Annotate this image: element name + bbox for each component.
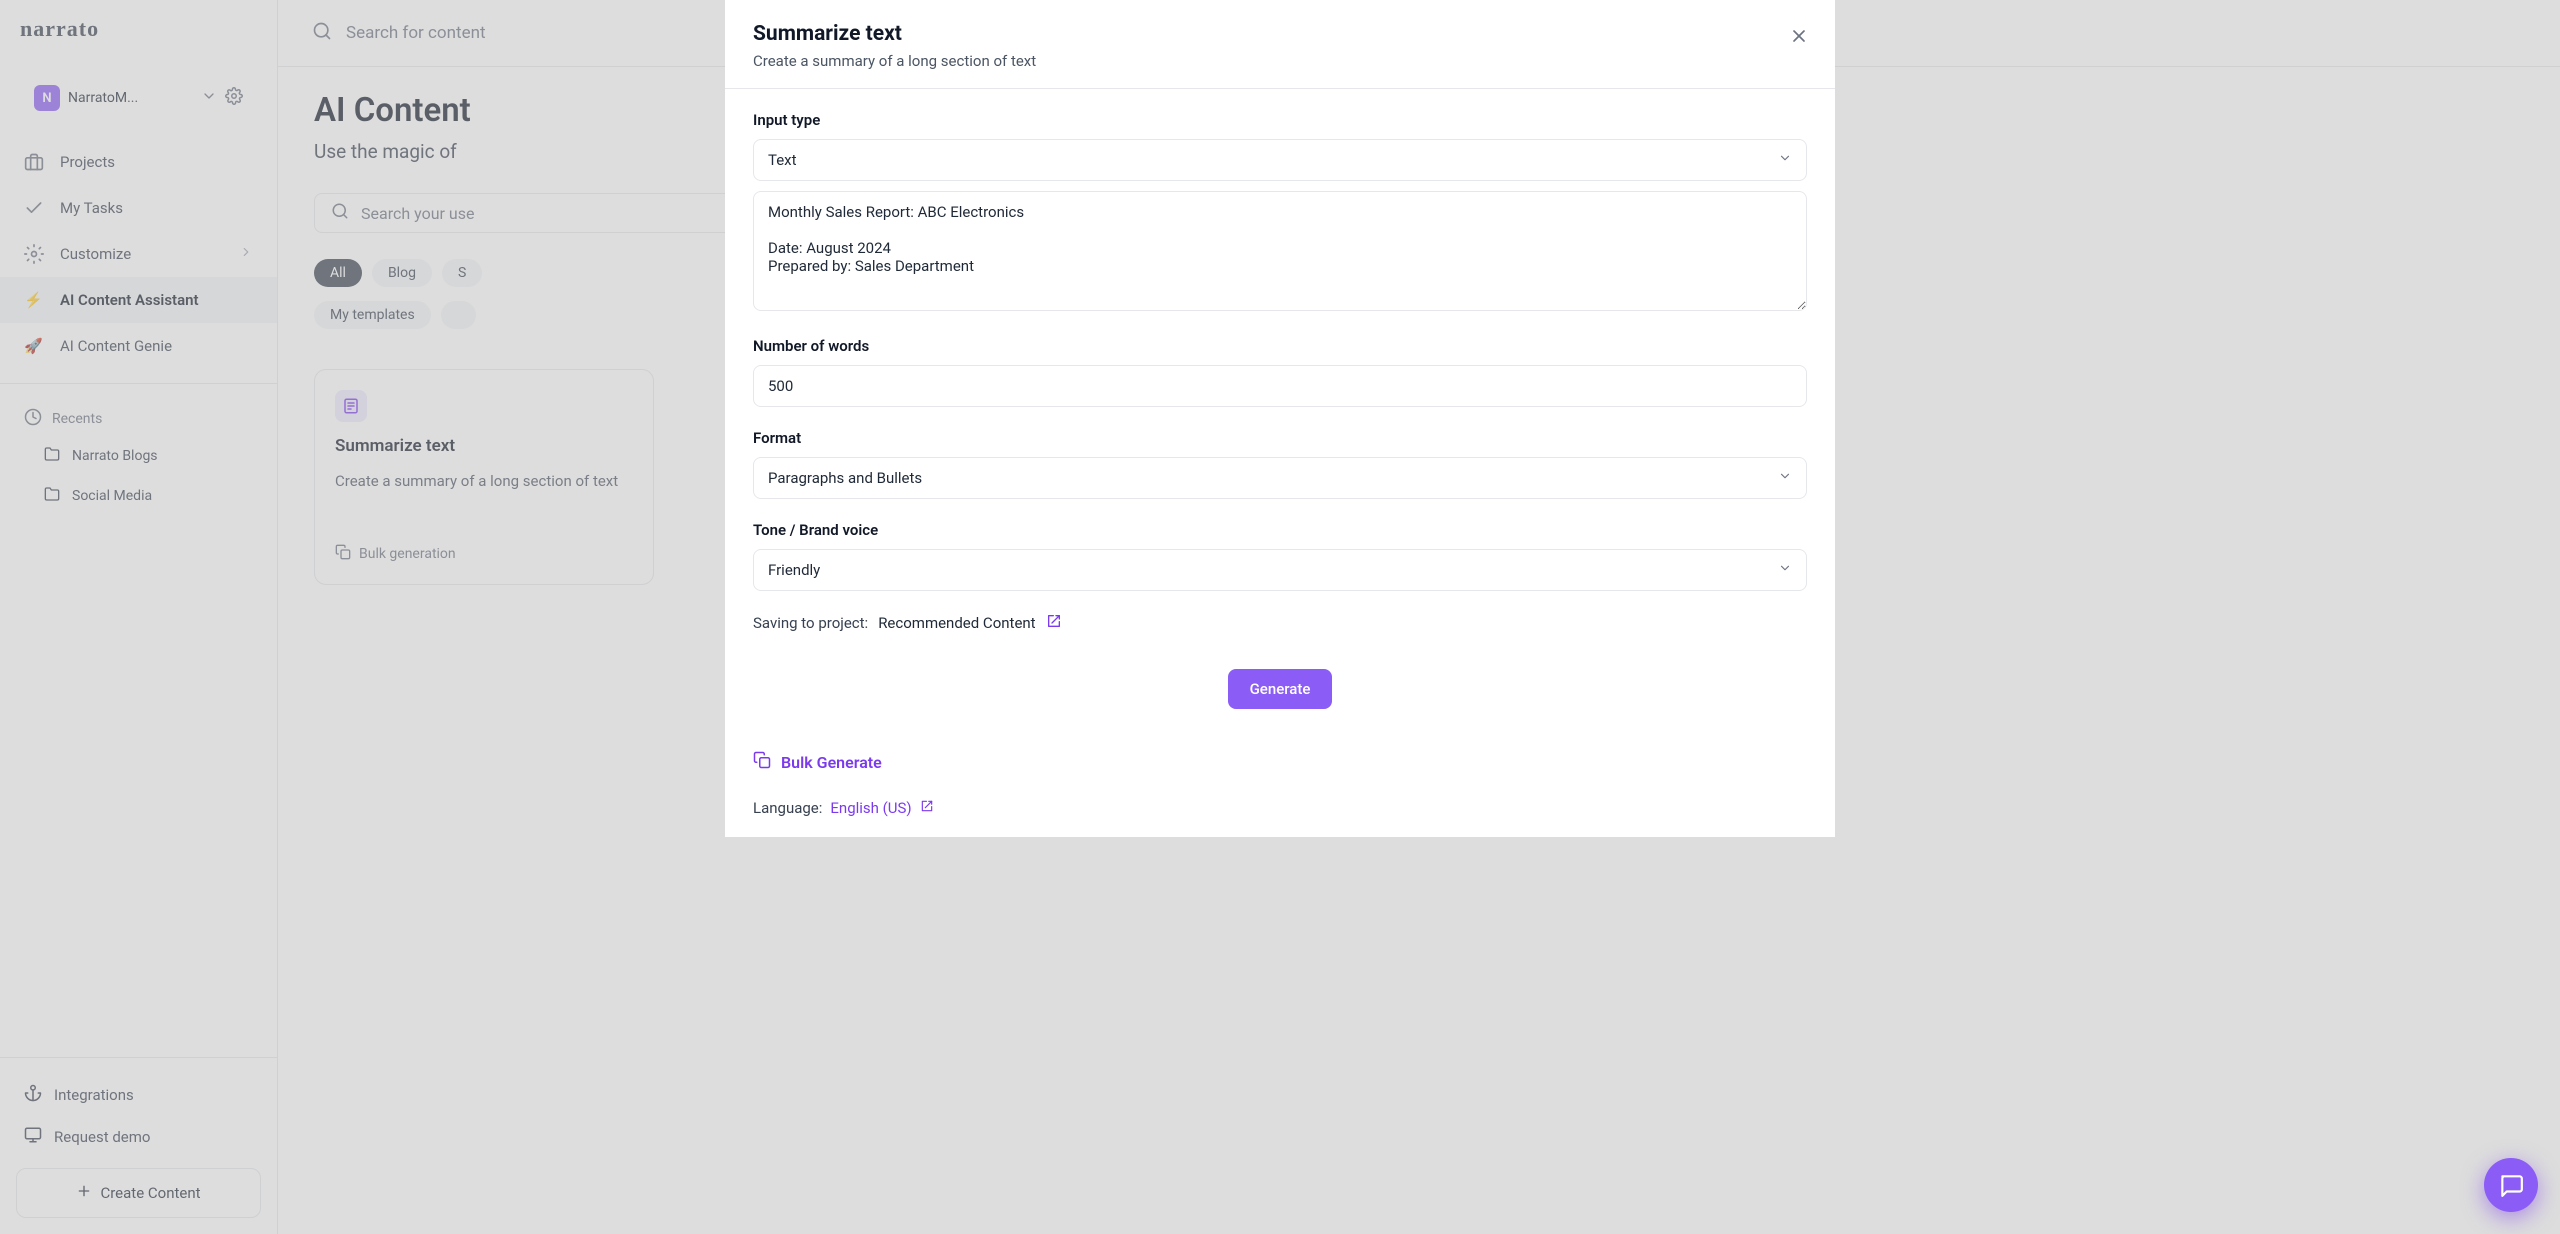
modal-body: Input type Text Number of words 500 Form…	[725, 89, 1835, 837]
input-type-label: Input type	[753, 111, 1807, 129]
external-link-icon[interactable]	[1046, 613, 1062, 633]
tone-value: Friendly	[768, 561, 820, 579]
bulk-generate-label: Bulk Generate	[781, 753, 882, 772]
chat-icon	[2498, 1172, 2524, 1198]
format-value: Paragraphs and Bullets	[768, 469, 922, 487]
words-value: 500	[768, 377, 793, 395]
language-value[interactable]: English (US)	[830, 799, 911, 817]
chevron-down-icon	[1778, 469, 1792, 487]
field-number-of-words: Number of words 500	[753, 337, 1807, 407]
words-label: Number of words	[753, 337, 1807, 355]
field-format: Format Paragraphs and Bullets	[753, 429, 1807, 499]
generate-button[interactable]: Generate	[1228, 669, 1333, 709]
field-input-type: Input type Text	[753, 111, 1807, 315]
saving-project-row: Saving to project: Recommended Content	[753, 613, 1807, 633]
saving-prefix: Saving to project:	[753, 614, 868, 632]
summarize-modal: Summarize text Create a summary of a lon…	[725, 0, 1835, 837]
modal-subtitle: Create a summary of a long section of te…	[753, 52, 1807, 70]
modal-header: Summarize text Create a summary of a lon…	[725, 0, 1835, 89]
input-type-value: Text	[768, 151, 797, 169]
language-row: Language: English (US)	[753, 799, 1807, 817]
source-text-textarea[interactable]	[753, 191, 1807, 311]
field-tone: Tone / Brand voice Friendly	[753, 521, 1807, 591]
tone-select[interactable]: Friendly	[753, 549, 1807, 591]
format-select[interactable]: Paragraphs and Bullets	[753, 457, 1807, 499]
input-type-select[interactable]: Text	[753, 139, 1807, 181]
modal-title: Summarize text	[753, 22, 1807, 46]
modal-overlay: Summarize text Create a summary of a lon…	[0, 0, 2560, 1234]
saving-project-name: Recommended Content	[878, 614, 1035, 632]
copy-icon	[753, 751, 771, 773]
external-link-icon[interactable]	[920, 799, 934, 817]
language-prefix: Language:	[753, 799, 822, 817]
chevron-down-icon	[1778, 151, 1792, 169]
close-button[interactable]	[1785, 22, 1813, 50]
chat-bubble-button[interactable]	[2484, 1158, 2538, 1212]
tone-label: Tone / Brand voice	[753, 521, 1807, 539]
generate-row: Generate	[753, 669, 1807, 709]
format-label: Format	[753, 429, 1807, 447]
words-input[interactable]: 500	[753, 365, 1807, 407]
bulk-generate-button[interactable]: Bulk Generate	[753, 751, 1807, 773]
chevron-down-icon	[1778, 561, 1792, 579]
